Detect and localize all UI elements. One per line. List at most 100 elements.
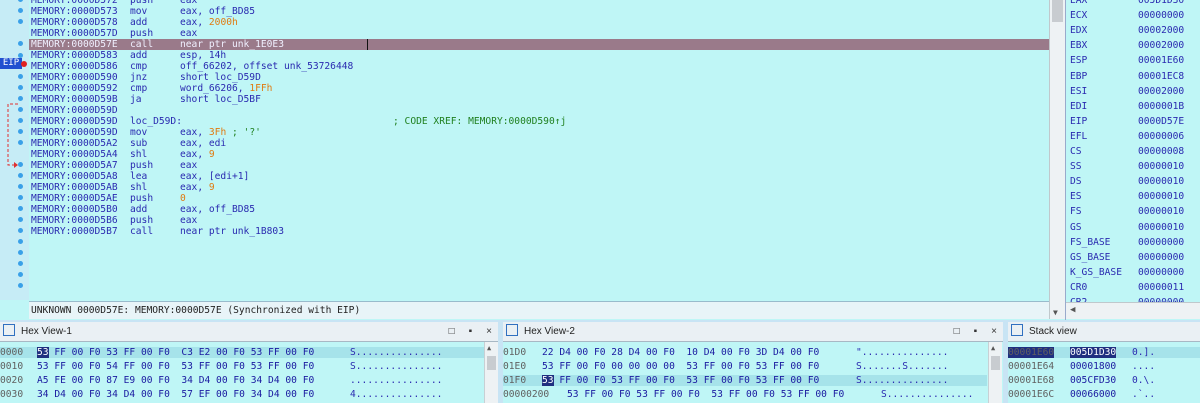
register-row[interactable]: CR0 00000011 bbox=[1070, 280, 1198, 295]
restore-button[interactable]: □ bbox=[954, 326, 960, 337]
stack-row[interactable]: 00001E64 00001800.... bbox=[1008, 361, 1200, 372]
disassembly-view[interactable]: EIP MEMORY:0000D572 push eax MEMORY:0000D57… bbox=[0, 0, 1066, 320]
hex-row[interactable]: 01D0 22 D4 00 F0 28 D4 00 F0 10 D4 00 F0 … bbox=[503, 347, 987, 358]
disasm-line[interactable]: MEMORY:0000D586 cmp off_66202, offset unk_… bbox=[29, 61, 1049, 72]
disasm-line[interactable]: MEMORY:0000D5A7 push eax bbox=[29, 160, 1049, 171]
register-row[interactable]: CS 00000008 bbox=[1070, 144, 1198, 159]
restore-button[interactable]: □ bbox=[449, 326, 455, 337]
disasm-line[interactable]: MEMORY:0000D5B6 push eax bbox=[29, 215, 1049, 226]
register-row[interactable]: ESP 00001E60 bbox=[1070, 53, 1198, 68]
disasm-line[interactable]: MEMORY:0000D57D push eax bbox=[29, 28, 1049, 39]
register-value[interactable]: 00001EC8 bbox=[1138, 69, 1184, 84]
disasm-line[interactable]: MEMORY:0000D578 add eax, 2000h bbox=[29, 17, 1049, 28]
register-value[interactable]: 00001E60 bbox=[1138, 53, 1184, 68]
register-row[interactable]: EDI 0000001B bbox=[1070, 99, 1198, 114]
disasm-line[interactable]: MEMORY:0000D5A2 sub eax, edi bbox=[29, 138, 1049, 149]
scroll-up-icon[interactable]: ▲ bbox=[487, 344, 491, 352]
hex-row[interactable]: 0010 53 FF 00 F0 54 FF 00 F0 53 FF 00 F0 … bbox=[0, 361, 484, 372]
disasm-line[interactable]: MEMORY:0000D590 jnz short loc_D59D bbox=[29, 72, 1049, 83]
register-value[interactable]: 00002000 bbox=[1138, 38, 1184, 53]
register-value[interactable]: 00000008 bbox=[1138, 144, 1184, 159]
scroll-thumb[interactable] bbox=[991, 356, 1000, 370]
register-row[interactable]: FS_BASE 00000000 bbox=[1070, 235, 1198, 250]
stack-value[interactable]: 005D1D30 bbox=[1070, 347, 1117, 358]
disasm-line[interactable]: MEMORY:0000D5B0 add eax, off_BD85 bbox=[29, 204, 1049, 215]
hex-bytes[interactable]: 53 FF 00 F0 53 FF 00 F0 C3 E2 00 F0 53 F… bbox=[37, 347, 314, 358]
register-value[interactable]: 0000D57E bbox=[1138, 114, 1184, 129]
register-value[interactable]: 005D1D30 bbox=[1138, 0, 1184, 8]
registers-view[interactable]: EAX 005D1D30 ECX 00000000 EDX 00002000 EBX 0000… bbox=[1066, 0, 1200, 320]
stack-row[interactable]: 00001E6C 00066000 .`.. bbox=[1008, 389, 1200, 400]
disasm-line[interactable]: MEMORY:0000D583 add esp, 14h bbox=[29, 50, 1049, 61]
close-button[interactable]: × bbox=[991, 326, 997, 337]
hex-cursor-byte[interactable]: 53 bbox=[37, 347, 49, 358]
hex-row[interactable]: 00000200 53 FF 00 F0 53 FF 00 F0 53 FF 00… bbox=[503, 389, 987, 400]
hex-row[interactable]: 01F0 53 FF 00 F0 53 FF 00 F0 53 FF 00 F0 … bbox=[503, 375, 987, 386]
stack-row[interactable]: 00001E68 005CFD30 0.\. bbox=[1008, 375, 1200, 386]
register-value[interactable]: 00000000 bbox=[1138, 235, 1184, 250]
disasm-line[interactable]: MEMORY:0000D59B ja short loc_D5BF bbox=[29, 94, 1049, 105]
disasm-line[interactable]: MEMORY:0000D59D mov eax, 3Fh ; '?' bbox=[29, 127, 1049, 138]
disasm-line[interactable]: MEMORY:0000D57E call near ptr unk_1E0E3 bbox=[29, 39, 1049, 50]
hex-bytes[interactable]: 22 D4 00 F0 28 D4 00 F0 10 D4 00 F0 3D D… bbox=[542, 347, 819, 358]
register-row[interactable]: EIP 0000D57E bbox=[1070, 114, 1198, 129]
hex-view-2-scrollbar[interactable]: ▲ bbox=[988, 342, 1002, 403]
scroll-left-icon[interactable]: ◀ bbox=[1070, 305, 1075, 315]
register-value[interactable]: 0000001B bbox=[1138, 99, 1184, 114]
hex-view-1-panel[interactable]: Hex View-1 □ ▪ × 0000 53 FF 00 F0 53 FF 00 … bbox=[0, 322, 498, 403]
float-button[interactable]: ▪ bbox=[974, 326, 978, 337]
register-row[interactable]: EBX 00002000 bbox=[1070, 38, 1198, 53]
hex-view-1-scrollbar[interactable]: ▲ bbox=[484, 342, 498, 403]
disasm-line[interactable]: MEMORY:0000D59D bbox=[29, 105, 1049, 116]
stack-value[interactable]: 00001800 bbox=[1070, 361, 1116, 372]
disasm-line[interactable]: MEMORY:0000D592 cmp word_66206, 1FFh bbox=[29, 83, 1049, 94]
close-button[interactable]: × bbox=[486, 326, 492, 337]
hex-view-2-panel[interactable]: Hex View-2 □ ▪ × 01D0 22 D4 00 F0 28 D4 00 … bbox=[503, 322, 1003, 403]
hex-bytes[interactable]: A5 FE 00 F0 87 E9 00 F0 34 D4 00 F0 34 D… bbox=[37, 375, 314, 386]
stack-view-panel[interactable]: Stack view 00001E60 005D1D30 0.]. 00001E64 0… bbox=[1008, 322, 1200, 403]
register-value[interactable]: 00000010 bbox=[1138, 189, 1184, 204]
hex-row[interactable]: 0000 53 FF 00 F0 53 FF 00 F0 C3 E2 00 F0 … bbox=[0, 347, 484, 358]
register-value[interactable]: 00000000 bbox=[1138, 8, 1184, 23]
registers-horizontal-scrollbar[interactable]: ◀ bbox=[1066, 302, 1200, 319]
register-value[interactable]: 00002000 bbox=[1138, 23, 1184, 38]
register-row[interactable]: GS 00000010 bbox=[1070, 220, 1198, 235]
register-row[interactable]: GS_BASE 00000000 bbox=[1070, 250, 1198, 265]
hex-bytes[interactable]: 53 FF 00 F0 53 FF 00 F0 53 FF 00 F0 53 F… bbox=[567, 389, 844, 400]
register-row[interactable]: SS 00000010 bbox=[1070, 159, 1198, 174]
disasm-line[interactable]: MEMORY:0000D5B7 call near ptr unk_1B803 bbox=[29, 226, 1049, 237]
scroll-up-icon[interactable]: ▲ bbox=[991, 344, 995, 352]
register-value[interactable]: 00000000 bbox=[1138, 250, 1184, 265]
scroll-down-icon[interactable]: ▼ bbox=[1053, 308, 1058, 317]
disasm-line[interactable]: MEMORY:0000D5AE push 0 bbox=[29, 193, 1049, 204]
hex-cursor-byte[interactable]: 53 bbox=[542, 375, 554, 386]
stack-value[interactable]: 005CFD30 bbox=[1070, 375, 1116, 386]
register-value[interactable]: 00000000 bbox=[1138, 265, 1184, 280]
register-value[interactable]: 00002000 bbox=[1138, 84, 1184, 99]
scroll-thumb[interactable] bbox=[1052, 0, 1063, 22]
register-row[interactable]: ECX 00000000 bbox=[1070, 8, 1198, 23]
stack-value[interactable]: 00066000 bbox=[1070, 389, 1116, 400]
disasm-line[interactable]: MEMORY:0000D5AB shl eax, 9 bbox=[29, 182, 1049, 193]
register-row[interactable]: K_GS_BASE 00000000 bbox=[1070, 265, 1198, 280]
hex-bytes[interactable]: 53 FF 00 F0 00 00 00 00 53 FF 00 F0 53 F… bbox=[542, 361, 819, 372]
register-row[interactable]: DS 00000010 bbox=[1070, 174, 1198, 189]
register-value[interactable]: 00000010 bbox=[1138, 204, 1184, 219]
hex-bytes[interactable]: 53 FF 00 F0 54 FF 00 F0 53 FF 00 F0 53 F… bbox=[37, 361, 314, 372]
hex-bytes[interactable]: 34 D4 00 F0 34 D4 00 F0 57 EF 00 F0 34 D… bbox=[37, 389, 314, 400]
register-row[interactable]: EDX 00002000 bbox=[1070, 23, 1198, 38]
disassembly-lines[interactable]: MEMORY:0000D572 push eax MEMORY:0000D573 mov… bbox=[29, 0, 1049, 237]
register-row[interactable]: FS 00000010 bbox=[1070, 204, 1198, 219]
hex-row[interactable]: 01E0 53 FF 00 F0 00 00 00 00 53 FF 00 F0 … bbox=[503, 361, 987, 372]
scroll-thumb[interactable] bbox=[487, 356, 496, 370]
disasm-vertical-scrollbar[interactable]: ▼ bbox=[1049, 0, 1065, 319]
hex-row[interactable]: 0020 A5 FE 00 F0 87 E9 00 F0 34 D4 00 F0 … bbox=[0, 375, 484, 386]
register-row[interactable]: EFL 00000006 bbox=[1070, 129, 1198, 144]
stack-row[interactable]: 00001E60 005D1D30 0.]. bbox=[1008, 347, 1200, 358]
hex-bytes[interactable]: 53 FF 00 F0 53 FF 00 F0 53 FF 00 F0 53 F… bbox=[542, 375, 819, 386]
disasm-line[interactable]: MEMORY:0000D5A4 shl eax, 9 bbox=[29, 149, 1049, 160]
disasm-line[interactable]: MEMORY:0000D573 mov eax, off_BD85 bbox=[29, 6, 1049, 17]
register-value[interactable]: 00000006 bbox=[1138, 129, 1184, 144]
register-value[interactable]: 00000010 bbox=[1138, 174, 1184, 189]
register-row[interactable]: EAX 005D1D30 bbox=[1070, 0, 1198, 8]
